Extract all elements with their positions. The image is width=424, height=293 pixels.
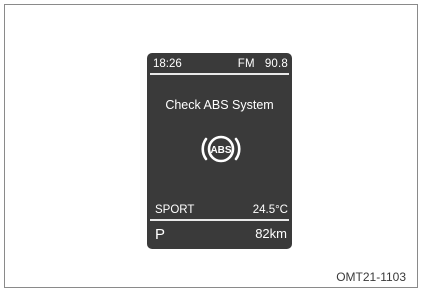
radio-readout: FM 90.8 [238,58,288,70]
cluster-display: 18:26 FM 90.8 Check ABS System ABS SPORT … [147,53,292,249]
gear-indicator: P [155,226,166,243]
warning-message: Check ABS System [165,98,274,112]
range-readout: 82km [255,226,287,241]
radio-band: FM [237,58,255,70]
clock: 18:26 [153,58,182,70]
radio-frequency: 90.8 [264,58,288,70]
bottom-divider [150,219,289,221]
figure-code: OMT21-1103 [336,270,406,284]
top-divider [150,73,289,75]
abs-warning-icon: ABS [197,129,245,169]
outside-temperature: 24.5°C [252,204,288,216]
info-row: SPORT 24.5°C [147,203,292,219]
status-bar: 18:26 FM 90.8 [147,53,292,74]
abs-icon-label: ABS [210,145,231,156]
gear-row: P 82km [147,223,292,247]
drive-mode: SPORT [155,204,195,216]
